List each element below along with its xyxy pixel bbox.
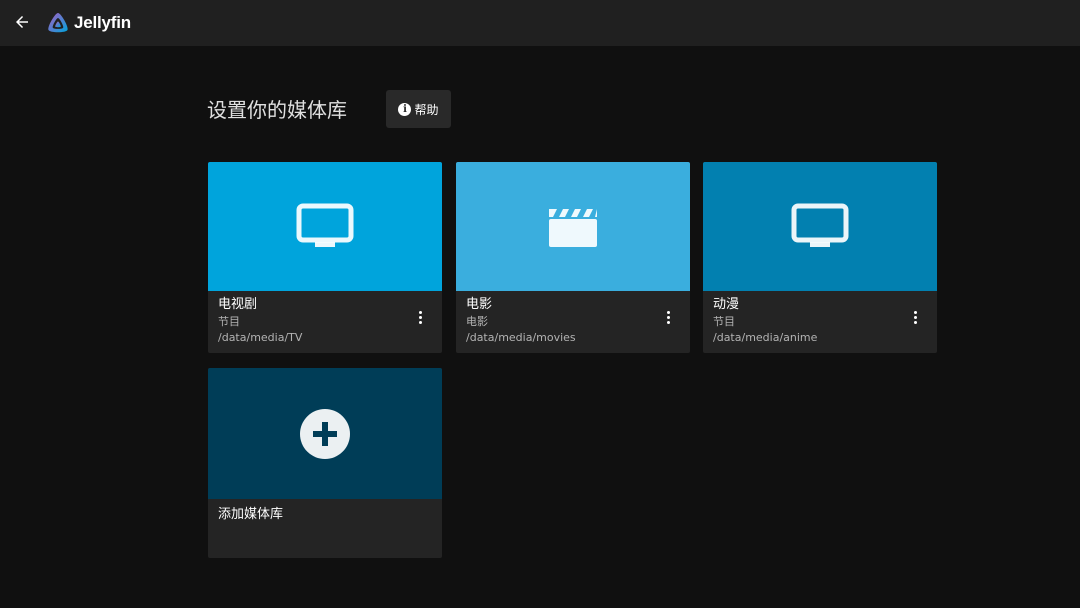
library-type: 节目 [713, 315, 735, 328]
tv-icon [296, 203, 354, 247]
movie-clapperboard-icon [549, 208, 597, 247]
add-library-card[interactable]: 添加媒体库 [208, 368, 442, 558]
back-button[interactable] [8, 8, 36, 36]
library-path: /data/media/TV [218, 331, 303, 344]
more-vertical-icon[interactable] [412, 307, 428, 327]
library-name: 电视剧 [218, 297, 258, 312]
library-card-anime[interactable]: 动漫 节目 /data/media/anime [703, 162, 937, 353]
more-vertical-icon[interactable] [660, 307, 676, 327]
library-card-footer: 动漫 节目 /data/media/anime [703, 291, 937, 353]
arrow-left-icon [16, 16, 28, 28]
add-library-footer: 添加媒体库 [208, 499, 442, 558]
add-library-label: 添加媒体库 [218, 507, 284, 522]
more-vertical-icon[interactable] [907, 307, 923, 327]
library-type: 电影 [466, 315, 488, 328]
library-type: 节目 [218, 315, 240, 328]
library-card-movies[interactable]: 电影 电影 /data/media/movies [456, 162, 690, 353]
library-card-tv[interactable]: 电视剧 节目 /data/media/TV [208, 162, 442, 353]
jellyfin-logo-icon [48, 13, 68, 33]
app-header: Jellyfin [0, 0, 1080, 46]
library-card-image[interactable] [208, 162, 442, 291]
library-card-footer: 电影 电影 /data/media/movies [456, 291, 690, 353]
logo-text: Jellyfin [74, 13, 131, 32]
help-button-label: 帮助 [414, 102, 439, 117]
library-name: 动漫 [713, 297, 740, 312]
page-title: 设置你的媒体库 [207, 98, 347, 122]
info-icon: i [398, 102, 412, 116]
add-library-image[interactable] [208, 368, 442, 499]
help-button[interactable]: i 帮助 [386, 90, 451, 128]
library-card-image[interactable] [456, 162, 690, 291]
tv-icon [791, 203, 849, 247]
library-name: 电影 [466, 297, 493, 312]
jellyfin-logo[interactable]: Jellyfin [46, 9, 131, 37]
library-path: /data/media/anime [713, 331, 818, 344]
add-circle-icon [300, 408, 350, 459]
library-card-image[interactable] [703, 162, 937, 291]
library-path: /data/media/movies [466, 331, 576, 344]
library-card-footer: 电视剧 节目 /data/media/TV [208, 291, 442, 353]
